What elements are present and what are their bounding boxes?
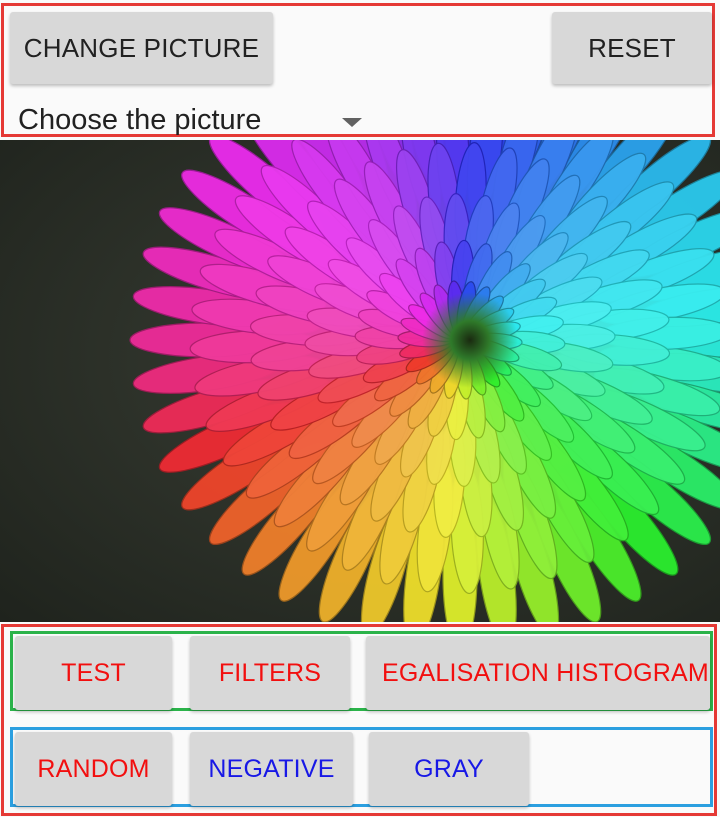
- random-button[interactable]: RANDOM: [15, 732, 172, 806]
- bottom-panel: TEST FILTERS EGALISATION HISTOGRAM RANDO…: [1, 624, 717, 816]
- egalisation-histogram-button[interactable]: EGALISATION HISTOGRAM: [366, 636, 710, 710]
- filters-button[interactable]: FILTERS: [190, 636, 350, 710]
- picture-spinner[interactable]: Choose the picture: [18, 102, 368, 138]
- dropdown-arrow-icon: [342, 118, 362, 127]
- top-panel: CHANGE PICTURE RESET Choose the picture: [1, 3, 715, 137]
- negative-button[interactable]: NEGATIVE: [190, 732, 353, 806]
- flower-image-illustration: [0, 140, 720, 622]
- picture-spinner-value: Choose the picture: [18, 103, 262, 136]
- gray-button[interactable]: GRAY: [369, 732, 529, 806]
- actions-row-1: TEST FILTERS EGALISATION HISTOGRAM: [10, 631, 713, 711]
- flower-image: [0, 140, 720, 622]
- change-picture-button[interactable]: CHANGE PICTURE: [10, 12, 273, 84]
- actions-row-2: RANDOM NEGATIVE GRAY: [10, 727, 713, 807]
- reset-button[interactable]: RESET: [552, 12, 712, 84]
- test-button[interactable]: TEST: [15, 636, 172, 710]
